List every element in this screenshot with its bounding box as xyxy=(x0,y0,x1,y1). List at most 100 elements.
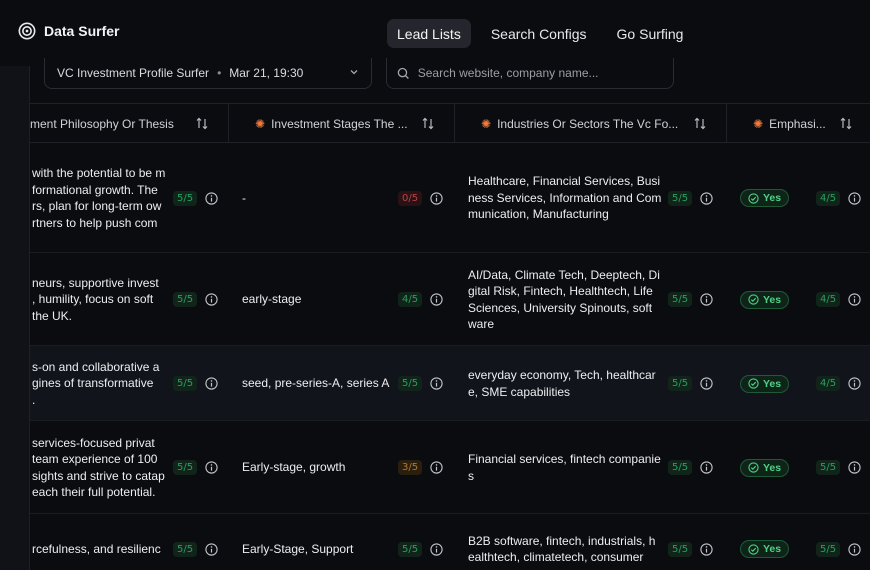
search-input[interactable] xyxy=(417,66,663,80)
table-row[interactable]: neurs, supportive invest , humility, focu… xyxy=(30,253,870,346)
score-badge: 4/5 xyxy=(816,190,841,206)
info-icon[interactable] xyxy=(205,461,218,474)
score-badge: 5/5 xyxy=(816,460,841,475)
info-icon[interactable] xyxy=(430,377,443,390)
cell-line: each their full potential. xyxy=(32,485,156,499)
info-icon[interactable] xyxy=(700,542,713,556)
cell-text: - xyxy=(242,190,402,207)
cell-text: s-on and collaborative a gines of transfo… xyxy=(32,359,170,409)
status-yes-label: Yes xyxy=(762,293,782,306)
table-row[interactable]: rcefulness, and resilienc 5/5 Early-Stage,… xyxy=(30,514,870,570)
score-badge: 4/5 xyxy=(816,292,841,307)
cell-line: munication, Manufacturing xyxy=(468,207,609,222)
info-icon[interactable] xyxy=(430,191,443,205)
table-row[interactable]: services-focused privat team experience … xyxy=(30,421,870,514)
check-circle-icon xyxy=(748,378,759,389)
column-header-label: ment Philosophy Or Thesis xyxy=(30,116,174,131)
score-badge: 4/5 xyxy=(816,376,841,391)
sort-icon[interactable] xyxy=(196,117,208,130)
table-row[interactable]: with the potential to be m formational gr… xyxy=(30,143,870,253)
tab-search-configs[interactable]: Search Configs xyxy=(481,19,597,48)
info-icon[interactable] xyxy=(848,293,861,306)
cell-line: ealthtech, climatetech, consumer xyxy=(468,550,644,564)
info-icon[interactable] xyxy=(848,377,861,390)
info-icon[interactable] xyxy=(700,377,713,390)
info-icon[interactable] xyxy=(848,191,861,205)
tab-go-surfing[interactable]: Go Surfing xyxy=(607,19,694,48)
lead-list-date: Mar 21, 19:30 xyxy=(229,66,304,80)
info-icon[interactable] xyxy=(430,293,443,306)
cell-line: rtners to help push com xyxy=(32,215,158,230)
cell-line: gital Risk, Fintech, Healthtech, Life xyxy=(468,284,653,298)
cell-line: s xyxy=(468,468,474,483)
score-badge: 5/5 xyxy=(173,292,198,307)
score-badge: 4/5 xyxy=(398,292,423,307)
cell-line: with the potential to be m xyxy=(32,166,166,180)
search-box[interactable] xyxy=(386,58,674,89)
status-yes-label: Yes xyxy=(762,543,782,555)
info-icon[interactable] xyxy=(848,461,861,474)
sparkle-icon: ✺ xyxy=(753,116,764,131)
status-yes-badge: Yes xyxy=(740,189,789,207)
cell-line: Financial services, fintech companie xyxy=(468,452,661,466)
sort-icon[interactable] xyxy=(840,117,852,130)
column-header-investment-stages[interactable]: ✺ Investment Stages The ... xyxy=(229,104,455,143)
cell-line: Early-stage, growth xyxy=(242,460,346,475)
cell-text: Healthcare, Financial Services, Busi ness… xyxy=(468,173,668,223)
tab-lead-lists[interactable]: Lead Lists xyxy=(387,19,471,48)
status-yes-badge: Yes xyxy=(740,540,789,558)
cell-text: AI/Data, Climate Tech, Deeptech, Di gital… xyxy=(468,267,668,333)
cell-line: AI/Data, Climate Tech, Deeptech, Di xyxy=(468,267,660,282)
score-badge: 5/5 xyxy=(173,190,198,206)
score-badge: 5/5 xyxy=(398,541,423,557)
check-circle-icon xyxy=(748,543,759,555)
info-icon[interactable] xyxy=(848,542,861,556)
cell-line: Healthcare, Financial Services, Busi xyxy=(468,174,661,189)
score-badge: 3/5 xyxy=(398,460,423,475)
cell-line: - xyxy=(242,190,246,205)
column-header-industries[interactable]: ✺ Industries Or Sectors The Vc Fo... xyxy=(455,104,727,143)
status-yes-label: Yes xyxy=(762,192,782,204)
cell-text: Early-Stage, Support xyxy=(242,541,402,558)
cell-line: services-focused privat xyxy=(32,435,155,450)
status-yes-badge: Yes xyxy=(740,374,789,393)
cell-line: team experience of 100 xyxy=(32,452,158,466)
score-badge: 5/5 xyxy=(668,460,693,475)
cell-line: Early-Stage, Support xyxy=(242,541,354,556)
cell-line: e, SME capabilities xyxy=(468,384,571,399)
lead-list-selector[interactable]: VC Investment Profile Surfer • Mar 21, 1… xyxy=(44,58,372,89)
info-icon[interactable] xyxy=(700,461,713,474)
info-icon[interactable] xyxy=(205,377,218,390)
info-icon[interactable] xyxy=(700,293,713,306)
info-icon[interactable] xyxy=(205,191,218,205)
column-header-philosophy[interactable]: ment Philosophy Or Thesis xyxy=(30,104,229,143)
cell-line: rcefulness, and resilienc xyxy=(32,541,161,556)
cell-line: . xyxy=(32,392,36,407)
cell-line: s-on and collaborative a xyxy=(32,359,160,374)
score-badge: 0/5 xyxy=(398,190,423,206)
table-row[interactable]: s-on and collaborative a gines of transfo… xyxy=(30,346,870,421)
sort-icon[interactable] xyxy=(422,117,434,130)
info-icon[interactable] xyxy=(430,461,443,474)
status-yes-label: Yes xyxy=(762,377,782,390)
cell-line: , humility, focus on soft xyxy=(32,292,154,307)
status-yes-badge: Yes xyxy=(740,290,789,309)
info-icon[interactable] xyxy=(430,542,443,556)
column-header-emphasis[interactable]: ✺ Emphasi... xyxy=(727,104,870,143)
check-circle-icon xyxy=(748,192,759,204)
score-badge: 5/5 xyxy=(173,376,198,391)
info-icon[interactable] xyxy=(205,293,218,306)
score-badge: 5/5 xyxy=(398,376,423,391)
lead-list-name: VC Investment Profile Surfer xyxy=(57,66,210,80)
info-icon[interactable] xyxy=(205,542,218,556)
cell-line: early-stage xyxy=(242,292,302,307)
separator-dot: • xyxy=(217,66,222,80)
table-header: ment Philosophy Or Thesis ✺ Investment Sta… xyxy=(30,103,870,143)
brand[interactable]: Data Surfer xyxy=(18,22,119,40)
cell-text: early-stage xyxy=(242,291,402,308)
cell-line: gines of transformative xyxy=(32,376,154,391)
info-icon[interactable] xyxy=(700,191,713,205)
sort-icon[interactable] xyxy=(694,117,706,130)
top-bar: Data Surfer Lead Lists Search Configs Go… xyxy=(0,0,870,66)
score-badge: 5/5 xyxy=(173,460,198,475)
